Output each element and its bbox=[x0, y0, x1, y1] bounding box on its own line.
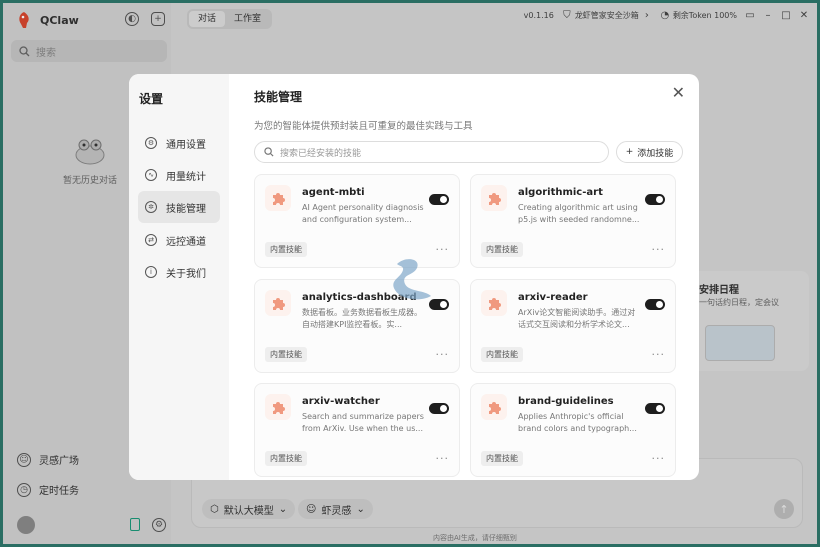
app-frame: QClaw ◐ + 搜索 暂无历史对话 ☺ 灵感广场 ◷ 定时任务 ⚙ 对话 工… bbox=[0, 0, 820, 547]
skills-search-input[interactable]: 搜索已经安装的技能 bbox=[254, 141, 609, 163]
skill-description: Search and summarize papers from ArXiv. … bbox=[302, 412, 424, 433]
skill-description: AI Agent personality diagnosis and confi… bbox=[302, 203, 424, 224]
puzzle-icon bbox=[481, 185, 507, 211]
more-options-icon[interactable]: ··· bbox=[652, 349, 666, 360]
settings-nav-label: 通用设置 bbox=[166, 139, 206, 151]
skill-icon: ✲ bbox=[145, 201, 157, 213]
puzzle-icon bbox=[265, 394, 291, 420]
more-options-icon[interactable]: ··· bbox=[436, 349, 450, 360]
skill-description: 数据看板。业务数据看板生成器。自动搭建KPI监控看板。实... bbox=[302, 308, 422, 329]
skill-name: brand-guidelines bbox=[518, 396, 614, 407]
app-window: QClaw ◐ + 搜索 暂无历史对话 ☺ 灵感广场 ◷ 定时任务 ⚙ 对话 工… bbox=[3, 3, 817, 544]
add-skill-label: 添加技能 bbox=[637, 148, 674, 159]
skill-card[interactable]: agent-mbti AI Agent personality diagnosi… bbox=[254, 174, 460, 268]
settings-nav-label: 技能管理 bbox=[166, 203, 206, 215]
skills-subheading: 为您的智能体提供预封装且可重复的最佳实践与工具 bbox=[254, 121, 473, 132]
skill-enabled-toggle[interactable] bbox=[645, 403, 665, 414]
skill-card[interactable]: arxiv-reader ArXiv论文智能阅读助手。通过对话式交互阅读和分析学… bbox=[470, 279, 676, 373]
plus-icon: + bbox=[625, 147, 634, 157]
skill-description: ArXiv论文智能阅读助手。通过对话式交互阅读和分析学术论文... bbox=[518, 308, 636, 329]
skill-enabled-toggle[interactable] bbox=[429, 194, 449, 205]
skill-enabled-toggle[interactable] bbox=[645, 299, 665, 310]
settings-title: 设置 bbox=[139, 92, 164, 106]
skill-badge: 内置技能 bbox=[481, 347, 523, 362]
search-icon bbox=[264, 147, 274, 157]
skill-enabled-toggle[interactable] bbox=[429, 403, 449, 414]
puzzle-icon bbox=[481, 394, 507, 420]
skill-name: algorithmic-art bbox=[518, 187, 603, 198]
skills-heading: 技能管理 bbox=[254, 90, 303, 104]
settings-nav-about[interactable]: i 关于我们 bbox=[138, 256, 220, 288]
settings-nav-label: 用量统计 bbox=[166, 171, 206, 183]
remote-icon: ⇄ bbox=[145, 234, 157, 246]
more-options-icon[interactable]: ··· bbox=[436, 244, 450, 255]
skill-name: arxiv-reader bbox=[518, 292, 588, 303]
skill-enabled-toggle[interactable] bbox=[645, 194, 665, 205]
chart-icon: ∿ bbox=[145, 169, 157, 181]
settings-nav-skills[interactable]: ✲ 技能管理 bbox=[138, 191, 220, 223]
skill-badge: 内置技能 bbox=[481, 451, 523, 466]
puzzle-icon bbox=[265, 290, 291, 316]
gear-icon: ⚙ bbox=[145, 137, 157, 149]
skill-badge: 内置技能 bbox=[265, 451, 307, 466]
skills-panel: 技能管理 ✕ 为您的智能体提供预封装且可重复的最佳实践与工具 搜索已经安装的技能… bbox=[229, 74, 699, 480]
settings-nav-remote[interactable]: ⇄ 远控通道 bbox=[138, 224, 220, 256]
skill-badge: 内置技能 bbox=[265, 347, 307, 362]
skill-card[interactable]: algorithmic-art Creating algorithmic art… bbox=[470, 174, 676, 268]
skill-description: Applies Anthropic's official brand color… bbox=[518, 412, 637, 433]
skill-description: Creating algorithmic art using p5.js wit… bbox=[518, 203, 640, 224]
skills-search-placeholder: 搜索已经安装的技能 bbox=[280, 148, 362, 159]
puzzle-icon bbox=[481, 290, 507, 316]
settings-nav-usage[interactable]: ∿ 用量统计 bbox=[138, 159, 220, 191]
settings-nav: 设置 ⚙ 通用设置 ∿ 用量统计 ✲ 技能管理 ⇄ 远控通道 i 关于我们 bbox=[129, 74, 229, 480]
skill-badge: 内置技能 bbox=[265, 242, 307, 257]
info-icon: i bbox=[145, 266, 157, 278]
skill-name: arxiv-watcher bbox=[302, 396, 380, 407]
add-skill-button[interactable]: + 添加技能 bbox=[616, 141, 683, 163]
more-options-icon[interactable]: ··· bbox=[652, 244, 666, 255]
more-options-icon[interactable]: ··· bbox=[652, 453, 666, 464]
skill-badge: 内置技能 bbox=[481, 242, 523, 257]
wave-watermark-icon bbox=[393, 259, 431, 300]
close-icon[interactable]: ✕ bbox=[672, 85, 685, 101]
settings-nav-label: 关于我们 bbox=[166, 268, 206, 280]
settings-nav-label: 远控通道 bbox=[166, 236, 206, 248]
skill-name: agent-mbti bbox=[302, 187, 365, 198]
settings-nav-general[interactable]: ⚙ 通用设置 bbox=[138, 127, 220, 159]
puzzle-icon bbox=[265, 185, 291, 211]
skill-card[interactable]: arxiv-watcher Search and summarize paper… bbox=[254, 383, 460, 477]
more-options-icon[interactable]: ··· bbox=[436, 453, 450, 464]
skill-card[interactable]: brand-guidelines Applies Anthropic's off… bbox=[470, 383, 676, 477]
